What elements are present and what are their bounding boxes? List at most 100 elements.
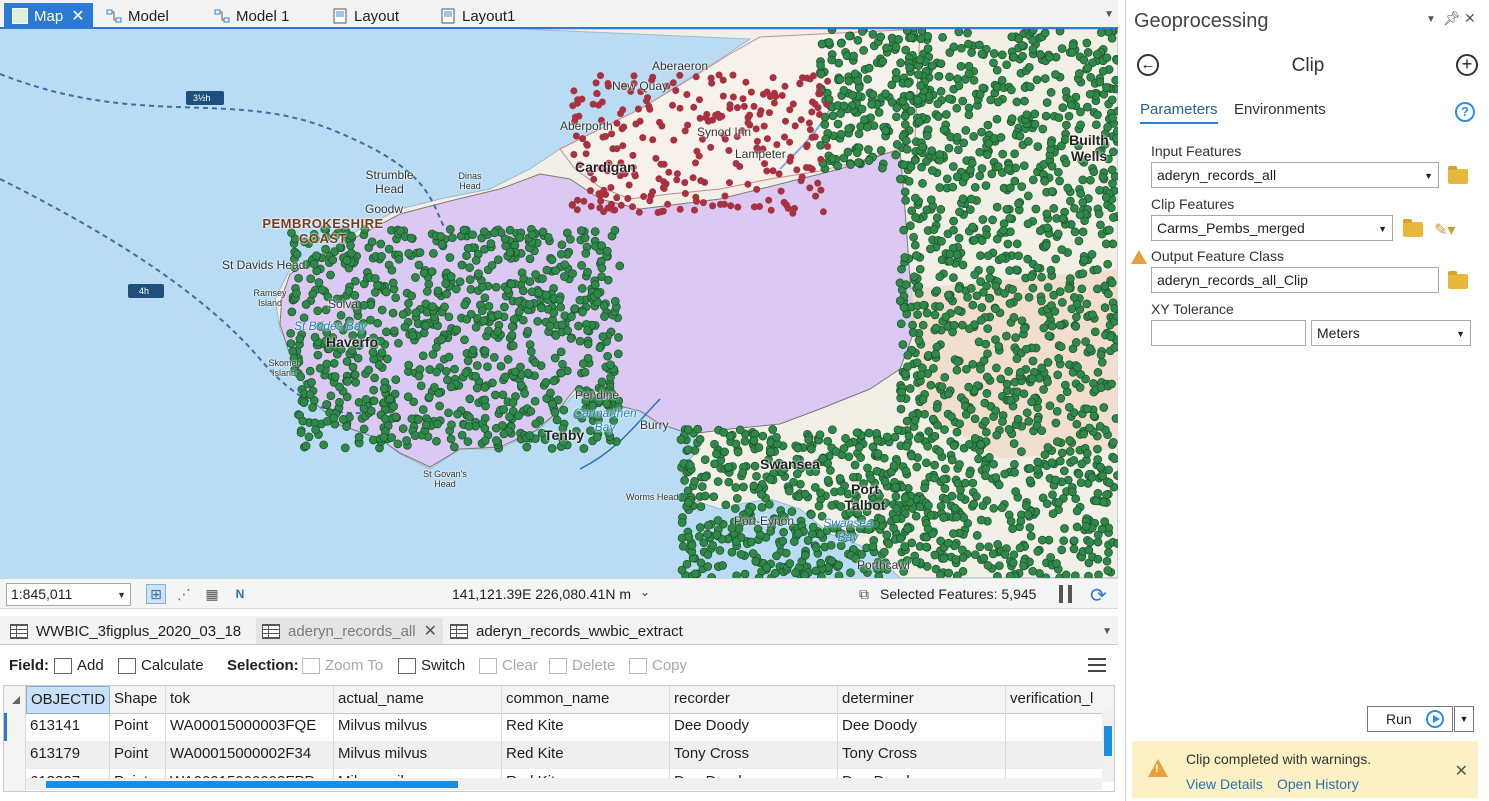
table-cell[interactable]: Milvus milvus — [334, 741, 502, 769]
table-row[interactable]: 613179 Point WA00015000002F34 Milvus mil… — [4, 741, 1114, 769]
feature-point — [507, 322, 517, 331]
grid-icon[interactable]: ▦ — [202, 584, 222, 604]
tab-layout[interactable]: Layout — [324, 3, 407, 29]
close-icon[interactable]: ✕ — [71, 6, 84, 26]
feature-point — [411, 273, 420, 282]
column-header[interactable]: Shape — [110, 686, 166, 714]
xy-units-select[interactable]: Meters ▼ — [1311, 320, 1471, 346]
folder-icon[interactable] — [1448, 166, 1468, 184]
chevron-down-icon[interactable]: ▼ — [1102, 626, 1112, 637]
view-details-link[interactable]: View Details — [1186, 776, 1263, 792]
table-cell[interactable]: Point — [110, 741, 166, 769]
run-options-dropdown[interactable]: ▼ — [1454, 706, 1474, 732]
tab-environments[interactable]: Environments — [1234, 101, 1326, 118]
feature-point — [445, 253, 455, 262]
table-cell[interactable]: Dee Doody — [670, 713, 838, 741]
tab-map[interactable]: Map ✕ — [4, 3, 93, 29]
scroll-thumb[interactable] — [46, 781, 458, 788]
column-header[interactable]: verification_l — [1006, 686, 1114, 714]
tab-model[interactable]: Model — [98, 3, 177, 29]
table-cell[interactable]: Point — [110, 713, 166, 741]
column-header[interactable]: tok — [166, 686, 334, 714]
table-cell[interactable] — [1006, 713, 1114, 741]
column-header[interactable]: actual_name — [334, 686, 502, 714]
table-cell[interactable]: Tony Cross — [670, 741, 838, 769]
table-cell[interactable]: Dee Doody — [838, 713, 1006, 741]
table-cell[interactable]: 613141 — [26, 713, 110, 741]
table-cell[interactable]: 613179 — [26, 741, 110, 769]
column-header[interactable]: OBJECTID — [26, 686, 110, 714]
tab-aderyn-wwbic-extract[interactable]: aderyn_records_wwbic_extract — [444, 618, 689, 644]
close-icon[interactable]: ✕ — [424, 621, 437, 641]
table-cell[interactable]: Red Kite — [502, 713, 670, 741]
grid-snap-icon[interactable]: ⊞ — [146, 584, 166, 604]
scroll-thumb[interactable] — [1104, 726, 1112, 756]
feature-point — [1025, 464, 1035, 473]
select-all-corner[interactable] — [4, 686, 26, 714]
chevron-down-icon[interactable]: ⌄ — [640, 585, 650, 599]
chevron-down-icon[interactable]: ▼ — [1104, 9, 1114, 20]
table-row[interactable]: 613141 Point WA00015000003FQE Milvus mil… — [4, 713, 1114, 741]
vertical-scrollbar[interactable] — [1102, 708, 1114, 782]
feature-point — [305, 366, 315, 376]
zoom-to-button[interactable]: Zoom To — [302, 657, 383, 674]
row-header[interactable] — [4, 741, 26, 769]
input-features-select[interactable]: aderyn_records_all ▼ — [1151, 162, 1439, 188]
row-header[interactable] — [4, 769, 26, 791]
table-cell[interactable]: Red Kite — [502, 741, 670, 769]
table-cell[interactable]: Milvus milvus — [334, 713, 502, 741]
menu-icon[interactable] — [1088, 658, 1106, 672]
tab-parameters[interactable]: Parameters — [1140, 101, 1218, 124]
attribute-toolbar: Field: Add Calculate Selection: Zoom To … — [0, 648, 1118, 684]
row-header[interactable] — [4, 713, 26, 741]
table-cell[interactable]: Tony Cross — [838, 741, 1006, 769]
north-arrow-icon[interactable]: N — [230, 584, 250, 604]
refresh-icon[interactable]: ⟳ — [1090, 583, 1112, 607]
add-icon[interactable]: + — [1456, 54, 1478, 76]
table-cell[interactable] — [1006, 741, 1114, 769]
tab-wwbic-table[interactable]: WWBIC_3figplus_2020_03_18 — [4, 618, 247, 644]
tab-layout1[interactable]: Layout1 — [432, 3, 523, 29]
pin-icon[interactable]: 📌︎ — [1443, 10, 1461, 27]
red-kite-point — [708, 79, 716, 87]
red-kite-point — [752, 125, 760, 133]
feature-point — [1072, 312, 1081, 322]
feature-point — [867, 100, 877, 109]
column-header[interactable]: common_name — [502, 686, 670, 714]
map-canvas[interactable]: Aberaeron New Quay Aberporth Synod Inn C… — [0, 29, 1118, 578]
add-field-button[interactable]: Add — [54, 657, 104, 674]
pencil-icon[interactable]: ✎▾ — [1434, 220, 1455, 240]
clear-selection-button[interactable]: Clear — [479, 657, 538, 674]
feature-point — [947, 491, 957, 501]
folder-icon[interactable] — [1448, 271, 1468, 289]
feature-point — [958, 194, 968, 204]
tab-model-1[interactable]: Model 1 — [206, 3, 297, 29]
switch-selection-button[interactable]: Switch — [398, 657, 465, 674]
chevron-down-icon[interactable]: ▼ — [1426, 14, 1436, 25]
scale-selector[interactable]: 1:845,011 ▼ — [6, 583, 131, 606]
xy-tolerance-input[interactable] — [1151, 320, 1306, 346]
clip-features-select[interactable]: Carms_Pembs_merged ▼ — [1151, 215, 1393, 241]
horizontal-scrollbar[interactable] — [26, 778, 1102, 790]
output-feature-class-field[interactable]: aderyn_records_all_Clip — [1151, 267, 1439, 293]
table-cell[interactable]: WA00015000002F34 — [166, 741, 334, 769]
help-icon[interactable]: ? — [1455, 102, 1475, 122]
selection-label: Selection: — [227, 657, 299, 674]
feature-point — [713, 477, 723, 486]
run-button[interactable]: Run — [1367, 706, 1453, 732]
column-header[interactable]: determiner — [838, 686, 1006, 714]
table-cell[interactable]: WA00015000003FQE — [166, 713, 334, 741]
pause-icon[interactable] — [1056, 583, 1076, 605]
calculate-field-button[interactable]: Calculate — [118, 657, 204, 674]
close-icon[interactable]: ✕ — [1455, 761, 1468, 781]
feature-point — [1065, 436, 1075, 445]
copy-button[interactable]: Copy — [629, 657, 687, 674]
delete-button[interactable]: Delete — [549, 657, 615, 674]
folder-icon[interactable] — [1403, 219, 1423, 237]
snapping-icon[interactable]: ⋰ — [174, 584, 194, 604]
open-history-link[interactable]: Open History — [1277, 776, 1359, 792]
column-header[interactable]: recorder — [670, 686, 838, 714]
tab-aderyn-records-all[interactable]: aderyn_records_all ✕ — [256, 618, 443, 644]
feature-point — [949, 320, 959, 330]
close-icon[interactable]: ✕ — [1464, 10, 1476, 27]
